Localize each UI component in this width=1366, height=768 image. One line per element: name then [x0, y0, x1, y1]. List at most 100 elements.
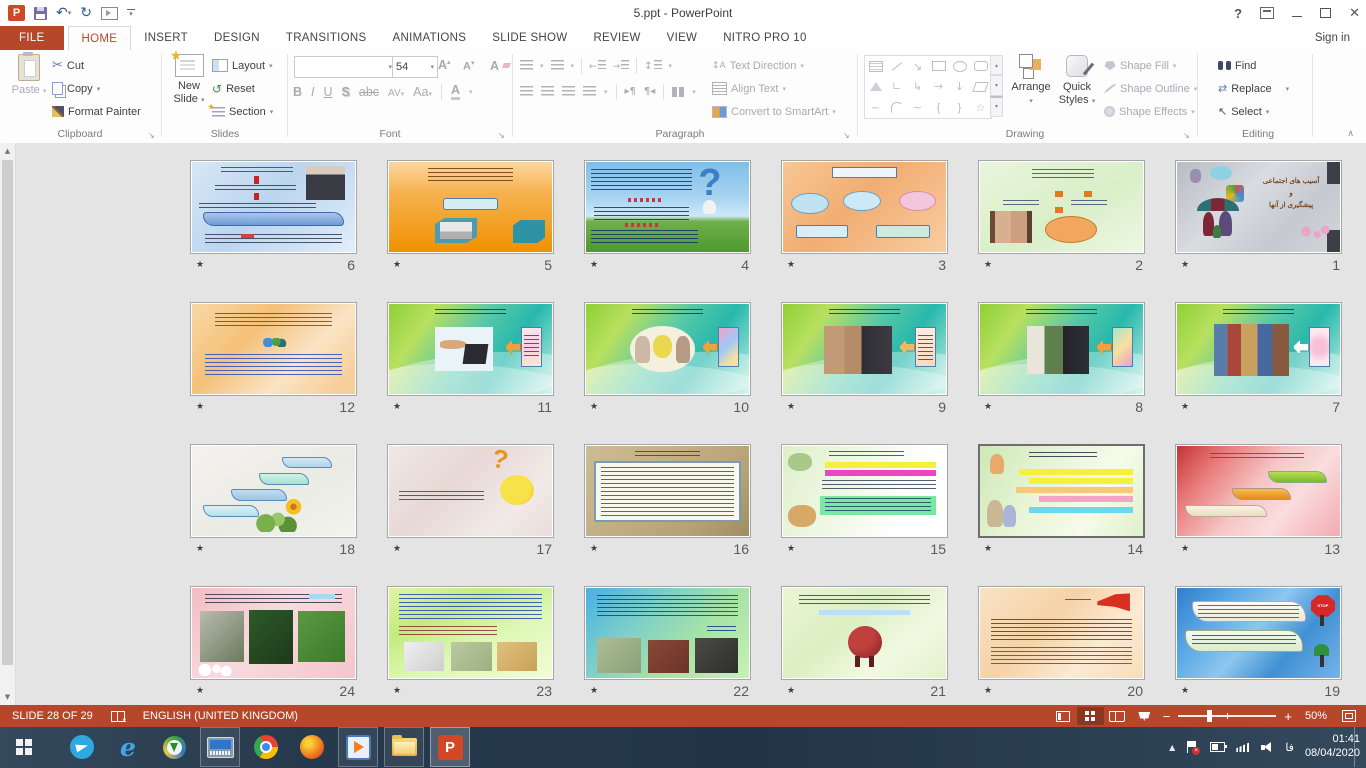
slide-thumbnail-17[interactable]: ?	[387, 444, 554, 538]
shape-fill-button[interactable]: Shape Fill▾	[1104, 56, 1176, 75]
shape-star-icon[interactable]: ☆	[976, 101, 986, 114]
taskbar-explorer-icon[interactable]	[384, 727, 424, 767]
save-icon[interactable]	[34, 7, 47, 20]
tab-view[interactable]: VIEW	[654, 26, 711, 50]
taskbar-osk-icon[interactable]	[200, 727, 240, 767]
replace-button[interactable]: ⇄Replace▾	[1218, 79, 1289, 98]
slide-thumbnail-13[interactable]	[1175, 444, 1342, 538]
increase-indent-icon[interactable]: →	[613, 60, 630, 72]
decrease-indent-icon[interactable]: ←	[589, 60, 606, 72]
section-button[interactable]: Section▾	[212, 102, 273, 121]
shape-outline-button[interactable]: Shape Outline▾	[1104, 79, 1197, 98]
slide-thumbnail-4[interactable]: ?	[584, 160, 751, 254]
zoom-slider[interactable]	[1178, 715, 1276, 717]
bullets-icon[interactable]	[520, 60, 533, 71]
shape-down-arrow-icon[interactable]: ↓	[955, 80, 964, 93]
italic-button[interactable]: I	[311, 85, 314, 99]
shape-line-icon[interactable]	[891, 62, 901, 70]
spell-check-icon[interactable]	[111, 711, 125, 722]
align-text-button[interactable]: Align Text▾	[712, 79, 786, 98]
justify-icon[interactable]	[583, 86, 596, 97]
tab-transitions[interactable]: TRANSITIONS	[273, 26, 380, 50]
shape-rectangle-icon[interactable]	[932, 61, 946, 71]
layout-button[interactable]: Layout▾	[212, 56, 273, 75]
zoom-level[interactable]: 50%	[1297, 710, 1335, 722]
underline-button[interactable]: U	[324, 85, 333, 99]
scrollbar-thumb[interactable]	[2, 160, 13, 665]
align-left-icon[interactable]	[520, 86, 533, 97]
shape-elbow-arrow-icon[interactable]: ↳	[913, 80, 922, 93]
slide-thumbnail-9[interactable]	[781, 302, 948, 396]
language-indicator[interactable]: ENGLISH (UNITED KINGDOM)	[143, 710, 298, 722]
columns-icon[interactable]	[672, 87, 684, 97]
cut-button[interactable]: ✂Cut	[52, 56, 84, 75]
text-shadow-button[interactable]: S	[342, 85, 350, 99]
slide-thumbnail-21[interactable]	[781, 586, 948, 680]
shape-curve-icon[interactable]: ∼	[913, 101, 922, 114]
quick-styles-button[interactable]: Quick Styles ▾	[1054, 54, 1100, 107]
tab-nitro-pro-10[interactable]: NITRO PRO 10	[710, 26, 819, 50]
volume-icon[interactable]	[1261, 742, 1274, 753]
shape-oval-icon[interactable]	[953, 61, 967, 72]
select-button[interactable]: ↖Select▾	[1218, 102, 1269, 121]
customize-qat-button[interactable]: ▾	[127, 9, 135, 18]
slide-thumbnail-19[interactable]: STOP	[1175, 586, 1342, 680]
increase-font-size-button[interactable]: A▴	[438, 56, 451, 75]
slide-thumbnail-7[interactable]	[1175, 302, 1342, 396]
copy-button[interactable]: Copy▾	[52, 79, 100, 98]
change-case-button[interactable]: Aa▾	[413, 85, 432, 99]
tab-slide-show[interactable]: SLIDE SHOW	[479, 26, 580, 50]
shape-triangle-icon[interactable]	[870, 82, 882, 91]
collapse-ribbon-icon[interactable]: ∧	[1347, 129, 1354, 139]
font-color-button[interactable]: A	[451, 83, 460, 100]
decrease-font-size-button[interactable]: A▾	[463, 56, 474, 75]
shape-arrow-line-icon[interactable]: ↘	[913, 60, 922, 73]
fit-to-window-button[interactable]	[1335, 707, 1362, 725]
numbering-icon[interactable]	[551, 60, 564, 71]
slide-thumbnail-14[interactable]	[978, 444, 1145, 538]
start-from-beginning-icon[interactable]	[101, 7, 118, 20]
vertical-scrollbar[interactable]: ▲ ▼	[0, 143, 16, 705]
minimize-button[interactable]	[1292, 16, 1302, 17]
paste-button[interactable]: Paste ▾	[6, 54, 52, 97]
taskbar-chrome-icon[interactable]	[246, 727, 286, 767]
tab-animations[interactable]: ANIMATIONS	[380, 26, 480, 50]
tab-home[interactable]: HOME	[68, 26, 132, 51]
maximize-button[interactable]	[1320, 8, 1331, 18]
line-spacing-icon[interactable]: ↕	[644, 60, 661, 72]
format-painter-button[interactable]: Format Painter	[52, 102, 141, 121]
convert-to-smartart-button[interactable]: Convert to SmartArt▾	[712, 102, 836, 121]
taskbar-ie-icon[interactable]	[108, 727, 148, 767]
slide-show-button[interactable]	[1131, 707, 1158, 725]
show-hidden-icons-icon[interactable]: ▲	[1169, 743, 1175, 752]
strikethrough-button[interactable]: abc	[359, 85, 379, 99]
shape-left-brace-icon[interactable]: {	[937, 102, 941, 114]
slide-thumbnail-15[interactable]	[781, 444, 948, 538]
help-icon[interactable]: ?	[1234, 6, 1242, 21]
slide-thumbnail-23[interactable]	[387, 586, 554, 680]
tab-insert[interactable]: INSERT	[131, 26, 201, 50]
scroll-up-icon[interactable]: ▲	[0, 143, 15, 159]
close-button[interactable]: ✕	[1349, 6, 1360, 21]
font-size-combo[interactable]: 54▾	[392, 56, 438, 78]
slide-thumbnail-6[interactable]	[190, 160, 357, 254]
tab-review[interactable]: REVIEW	[580, 26, 653, 50]
powerpoint-logo-icon[interactable]: P	[8, 5, 25, 21]
taskbar-player-icon[interactable]	[338, 727, 378, 767]
taskbar-idm-icon[interactable]	[154, 727, 194, 767]
gallery-more-icon[interactable]: ▾	[990, 96, 1003, 117]
new-slide-button[interactable]: New Slide ▾	[166, 54, 212, 106]
tab-file[interactable]: FILE	[0, 26, 64, 50]
drawing-dialog-launcher-icon[interactable]: ↘	[1183, 131, 1190, 140]
show-desktop-button[interactable]	[1354, 727, 1360, 767]
slide-thumbnail-16[interactable]	[584, 444, 751, 538]
sign-in-link[interactable]: Sign in	[1315, 26, 1366, 50]
slide-thumbnail-5[interactable]	[387, 160, 554, 254]
slide-thumbnail-18[interactable]	[190, 444, 357, 538]
normal-view-button[interactable]	[1050, 707, 1077, 725]
slide-thumbnail-8[interactable]	[978, 302, 1145, 396]
input-language-indicator[interactable]: فا	[1285, 741, 1294, 754]
taskbar-start-icon[interactable]	[0, 727, 48, 767]
shape-rounded-rectangle-icon[interactable]	[974, 61, 988, 71]
slide-thumbnail-1[interactable]: آسیب های اجتماعی و پیشگیری از آنها	[1175, 160, 1342, 254]
